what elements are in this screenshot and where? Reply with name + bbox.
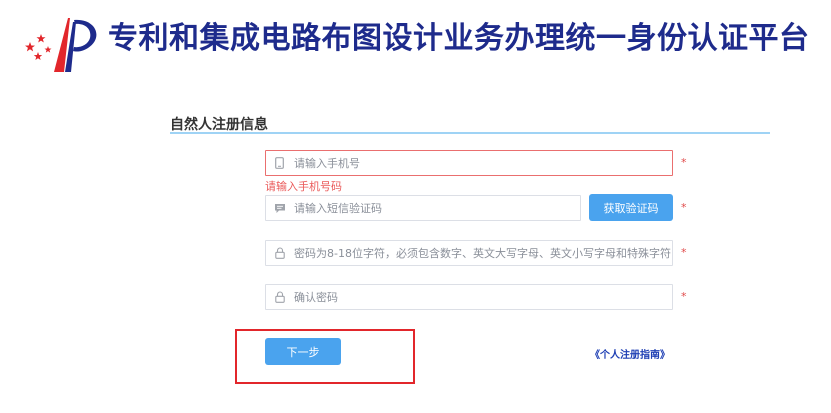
- star-icon: [34, 52, 42, 60]
- password-required-mark: *: [681, 246, 687, 259]
- phone-field[interactable]: [265, 150, 673, 176]
- phone-required-mark: *: [681, 156, 687, 169]
- sms-code-input[interactable]: [294, 202, 580, 215]
- section-divider: [170, 132, 770, 134]
- phone-input[interactable]: [294, 157, 672, 170]
- phone-icon: [273, 157, 286, 170]
- site-title: 专利和集成电路布图设计业务办理统一身份认证平台: [108, 19, 810, 59]
- star-icon: [25, 42, 35, 51]
- lock-icon: [273, 247, 286, 260]
- confirm-password-field[interactable]: [265, 284, 673, 310]
- registration-guide-link[interactable]: 《个人注册指南》: [590, 346, 670, 361]
- confirm-password-required-mark: *: [681, 290, 687, 303]
- get-sms-code-button[interactable]: 获取验证码: [589, 194, 673, 221]
- password-field[interactable]: [265, 240, 673, 266]
- message-icon: [273, 202, 286, 215]
- section-title: 自然人注册信息: [170, 114, 268, 134]
- lock-icon: [273, 291, 286, 304]
- star-icon: [45, 46, 52, 53]
- sms-code-field[interactable]: [265, 195, 581, 221]
- sms-required-mark: *: [681, 201, 687, 214]
- registration-page: 专利和集成电路布图设计业务办理统一身份认证平台 自然人注册信息 * 请输入手机号…: [0, 0, 831, 413]
- password-input[interactable]: [294, 247, 672, 260]
- cnipa-logo: [24, 12, 102, 74]
- confirm-password-input[interactable]: [294, 291, 672, 304]
- star-icon: [37, 34, 46, 43]
- phone-error-message: 请输入手机号码: [265, 178, 342, 194]
- annotation-highlight-box: [235, 329, 415, 384]
